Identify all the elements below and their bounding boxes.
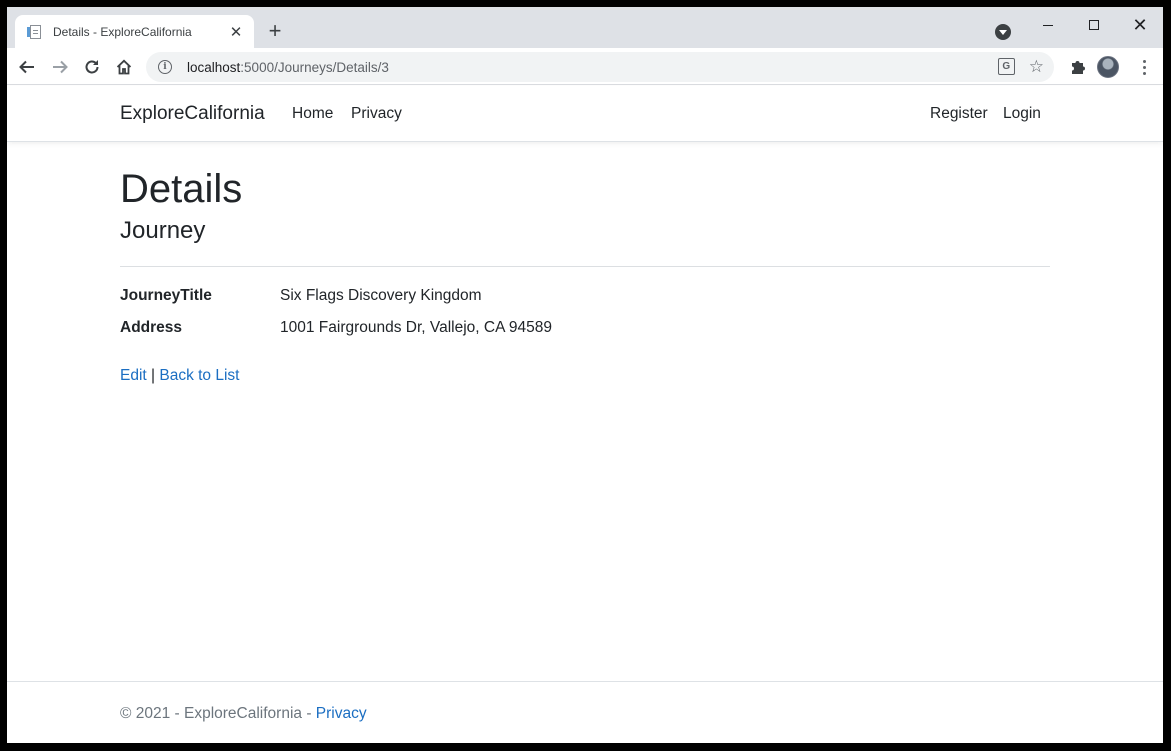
url-path: :5000/Journeys/Details/3 bbox=[240, 59, 389, 75]
kebab-menu-icon[interactable] bbox=[1134, 57, 1154, 77]
translate-icon[interactable]: G bbox=[997, 58, 1015, 75]
plus-icon[interactable]: + bbox=[264, 20, 286, 42]
maximize-icon[interactable] bbox=[1071, 11, 1117, 39]
edit-link[interactable]: Edit bbox=[120, 367, 147, 384]
divider bbox=[120, 266, 1050, 267]
nav-privacy-link[interactable]: Privacy bbox=[351, 105, 402, 123]
nav-home-link[interactable]: Home bbox=[292, 105, 333, 123]
tab-strip: Details - ExploreCalifornia ✕ + ✕ bbox=[7, 7, 1163, 48]
footer-privacy-link[interactable]: Privacy bbox=[316, 705, 367, 722]
field-label-journeytitle: JourneyTitle bbox=[120, 287, 212, 304]
web-page: ExploreCalifornia Home Privacy Register … bbox=[7, 86, 1163, 743]
window-close-button[interactable]: ✕ bbox=[1117, 11, 1163, 39]
back-to-list-link[interactable]: Back to List bbox=[159, 367, 239, 384]
nav-login-link[interactable]: Login bbox=[1003, 105, 1041, 123]
footer-copyright: © 2021 - ExploreCalifornia - bbox=[120, 705, 316, 722]
chevron-down-icon[interactable] bbox=[995, 24, 1011, 40]
nav-register-link[interactable]: Register bbox=[930, 105, 988, 123]
site-navbar: ExploreCalifornia Home Privacy Register … bbox=[7, 86, 1163, 142]
reload-icon[interactable] bbox=[78, 53, 106, 81]
site-footer: © 2021 - ExploreCalifornia - Privacy bbox=[7, 681, 1163, 743]
puzzle-icon[interactable] bbox=[1068, 57, 1088, 77]
forward-arrow-icon[interactable] bbox=[46, 53, 74, 81]
back-arrow-icon[interactable] bbox=[13, 53, 41, 81]
star-icon[interactable]: ☆ bbox=[1029, 58, 1044, 75]
page-favicon-icon bbox=[27, 24, 43, 40]
browser-toolbar: i localhost:5000/Journeys/Details/3 G ☆ bbox=[7, 48, 1163, 85]
info-icon[interactable]: i bbox=[158, 60, 172, 74]
browser-tab[interactable]: Details - ExploreCalifornia ✕ bbox=[15, 15, 254, 48]
browser-window: Details - ExploreCalifornia ✕ + ✕ i loca… bbox=[7, 7, 1163, 743]
action-links: Edit | Back to List bbox=[120, 367, 239, 385]
field-value-address: 1001 Fairgrounds Dr, Vallejo, CA 94589 bbox=[280, 319, 552, 336]
field-value-journeytitle: Six Flags Discovery Kingdom bbox=[280, 287, 482, 304]
address-bar[interactable]: i localhost:5000/Journeys/Details/3 G ☆ bbox=[146, 52, 1054, 82]
url-host: localhost bbox=[187, 59, 241, 75]
page-subtitle: Journey bbox=[120, 217, 206, 244]
avatar-icon[interactable] bbox=[1097, 56, 1119, 78]
brand-link[interactable]: ExploreCalifornia bbox=[120, 103, 265, 125]
tab-title: Details - ExploreCalifornia bbox=[53, 24, 192, 39]
minimize-icon[interactable] bbox=[1025, 11, 1071, 39]
field-label-address: Address bbox=[120, 319, 183, 336]
home-icon[interactable] bbox=[110, 53, 138, 81]
close-icon[interactable]: ✕ bbox=[228, 24, 244, 41]
link-separator: | bbox=[146, 367, 160, 384]
page-title: Details bbox=[120, 167, 243, 211]
